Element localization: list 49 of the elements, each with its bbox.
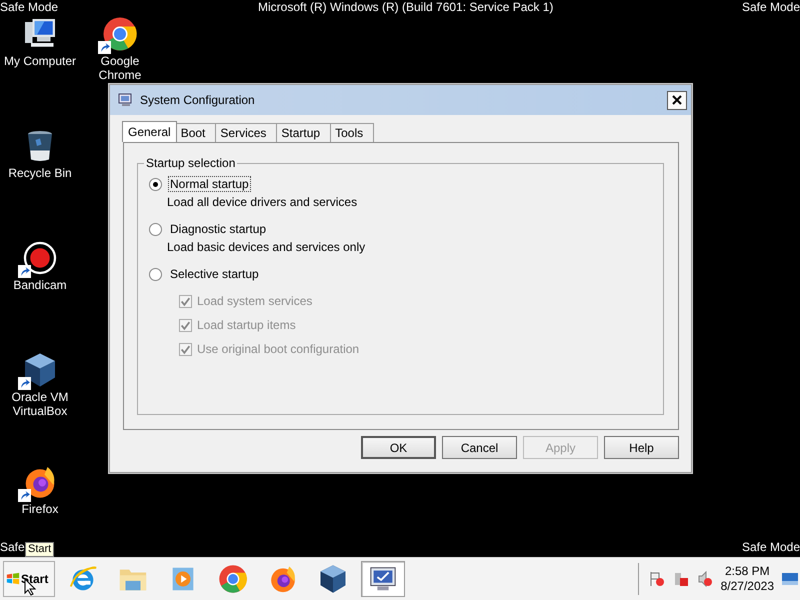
option-label[interactable]: Selective startup <box>168 266 261 282</box>
desktop-icon-label[interactable]: My Computer <box>1 54 79 68</box>
tab[interactable]: Startup <box>276 123 332 142</box>
option-label[interactable]: Normal startup <box>168 176 251 192</box>
dialog-button[interactable]: Cancel <box>442 436 517 459</box>
flag-error-icon <box>648 571 665 587</box>
windows-flag-icon <box>6 572 20 586</box>
safe-mode-label: Safe Mode <box>742 540 800 555</box>
radio-button[interactable] <box>149 268 162 280</box>
option-label[interactable]: Diagnostic startup <box>168 221 268 237</box>
speaker-muted-icon <box>696 571 713 587</box>
safe-mode-label: Safe <box>0 540 25 555</box>
show-desktop-icon[interactable] <box>782 573 798 585</box>
close-icon <box>672 95 682 105</box>
desktop-icon-label[interactable]: Oracle VM VirtualBox <box>1 390 79 418</box>
safe-mode-label: Safe Mode <box>742 0 800 15</box>
window-title: System Configuration <box>140 93 256 107</box>
chrome-icon <box>218 564 248 594</box>
firefox-icon <box>268 564 298 594</box>
dialog-button[interactable]: Help <box>604 436 679 459</box>
tab[interactable]: Tools <box>330 123 374 142</box>
shortcut-arrow-icon <box>18 489 31 502</box>
desktop-icon-label[interactable]: Recycle Bin <box>1 166 79 180</box>
desktop-icon-label[interactable]: Google Chrome <box>81 54 159 82</box>
desktop-icon-label[interactable]: Firefox <box>1 502 79 516</box>
dialog-button[interactable]: OK <box>361 436 436 459</box>
safe-mode-label: Safe Mode <box>0 0 58 15</box>
close-button[interactable] <box>667 90 687 110</box>
network-error-icon <box>672 571 689 587</box>
tab[interactable]: General <box>122 121 177 142</box>
cube-icon <box>318 564 348 594</box>
monitor-icon <box>118 92 134 108</box>
option-description: Load basic devices and services only <box>167 240 366 255</box>
radio-button[interactable] <box>149 222 162 236</box>
windows-build-label: Microsoft (R) Windows (R) (Build 7601: Service Pack 1) <box>258 0 554 15</box>
shortcut-arrow-icon <box>18 265 31 278</box>
group-label: Startup selection <box>144 156 238 170</box>
chrome-icon[interactable] <box>102 16 138 52</box>
shortcut-arrow-icon <box>18 377 31 390</box>
cube-icon[interactable] <box>22 352 58 388</box>
option-description: Load all device drivers and services <box>167 195 358 210</box>
taskbar-button[interactable] <box>361 561 405 597</box>
shortcut-arrow-icon <box>98 41 111 54</box>
radio-button[interactable] <box>149 178 162 190</box>
record-icon[interactable] <box>22 240 58 276</box>
clock-time[interactable]: 2:58 PM <box>724 564 770 579</box>
clock-date[interactable]: 8/27/2023 <box>720 579 774 594</box>
tooltip: Start <box>25 542 54 557</box>
desktop-icon-label[interactable]: Bandicam <box>1 278 79 292</box>
